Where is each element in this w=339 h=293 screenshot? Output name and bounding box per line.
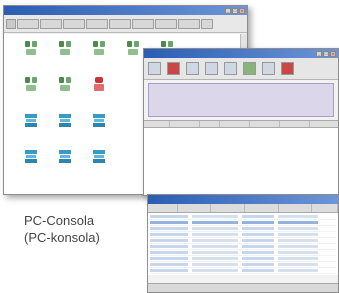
column-header[interactable] xyxy=(220,121,250,127)
device-item[interactable] xyxy=(14,112,48,148)
column-header[interactable] xyxy=(148,204,178,212)
toolbar-icon[interactable] xyxy=(186,62,199,75)
network-device-icon xyxy=(24,40,38,56)
storage-device-icon xyxy=(58,148,72,164)
device-item[interactable] xyxy=(48,148,82,184)
column-header[interactable] xyxy=(245,204,279,212)
console-toolbar xyxy=(144,58,338,80)
caption-line-2: (PC-konsola) xyxy=(24,230,100,245)
maximize-button[interactable]: □ xyxy=(323,50,329,57)
column-header[interactable] xyxy=(280,121,310,127)
column-tab[interactable] xyxy=(86,18,108,29)
device-item[interactable] xyxy=(48,76,82,112)
alarm-icon[interactable] xyxy=(281,62,294,75)
status-bar xyxy=(148,283,338,292)
table-row[interactable] xyxy=(150,268,336,274)
stop-icon[interactable] xyxy=(167,62,180,75)
close-button[interactable]: × xyxy=(239,7,245,14)
maximize-button[interactable]: □ xyxy=(232,7,238,14)
column-header[interactable] xyxy=(279,204,313,212)
toolbar-icon[interactable] xyxy=(205,62,218,75)
column-header[interactable] xyxy=(170,121,200,127)
device-item[interactable] xyxy=(14,40,48,76)
column-tab[interactable] xyxy=(63,18,85,29)
device-list-toolbar xyxy=(4,15,247,33)
storage-device-icon xyxy=(58,112,72,128)
log-table-header xyxy=(148,204,338,213)
minimize-button[interactable]: _ xyxy=(225,7,231,14)
toolbar-icon[interactable] xyxy=(243,62,256,75)
window-buttons: _ □ × xyxy=(316,50,336,57)
column-tab[interactable] xyxy=(17,18,39,29)
column-header[interactable] xyxy=(200,121,220,127)
network-device-icon xyxy=(58,76,72,92)
console-info-panel xyxy=(148,83,334,117)
console-table-body xyxy=(144,128,338,195)
column-tab[interactable] xyxy=(40,18,62,29)
network-device-icon xyxy=(58,40,72,56)
console-window: _ □ × xyxy=(143,48,339,196)
column-tab[interactable] xyxy=(132,18,154,29)
console-titlebar[interactable]: _ □ × xyxy=(144,49,338,58)
column-header[interactable] xyxy=(178,204,212,212)
alarm-device-icon xyxy=(92,76,106,92)
column-tab[interactable] xyxy=(155,18,177,29)
column-header[interactable] xyxy=(211,204,245,212)
caption: PC-Consola (PC-konsola) xyxy=(24,212,100,246)
column-header[interactable] xyxy=(144,121,170,127)
log-window xyxy=(147,194,339,293)
screenshot-stage: _ □ × _ □ × PC-Consola (PC-konsola) xyxy=(0,0,339,293)
column-header[interactable] xyxy=(312,204,338,212)
storage-device-icon xyxy=(92,148,106,164)
network-device-icon xyxy=(24,76,38,92)
device-item[interactable] xyxy=(14,148,48,184)
toolbar-icon[interactable] xyxy=(224,62,237,75)
device-list-titlebar[interactable]: _ □ × xyxy=(4,6,247,15)
caption-line-1: PC-Consola xyxy=(24,213,95,228)
device-item[interactable] xyxy=(48,40,82,76)
storage-device-icon xyxy=(24,112,38,128)
storage-device-icon xyxy=(24,148,38,164)
device-item[interactable] xyxy=(82,148,116,184)
device-item[interactable] xyxy=(14,76,48,112)
console-table-header xyxy=(144,120,338,128)
close-button[interactable]: × xyxy=(330,50,336,57)
device-item[interactable] xyxy=(82,40,116,76)
storage-device-icon xyxy=(92,112,106,128)
toolbar-icon[interactable] xyxy=(148,62,161,75)
column-tab[interactable] xyxy=(178,18,200,29)
network-device-icon xyxy=(92,40,106,56)
network-device-icon xyxy=(126,40,140,56)
device-item[interactable] xyxy=(82,76,116,112)
minimize-button[interactable]: _ xyxy=(316,50,322,57)
log-titlebar[interactable] xyxy=(148,195,338,204)
view-icon[interactable] xyxy=(6,18,16,29)
column-header[interactable] xyxy=(250,121,280,127)
device-item[interactable] xyxy=(48,112,82,148)
toolbar-icon[interactable] xyxy=(262,62,275,75)
window-buttons: _ □ × xyxy=(225,7,245,14)
column-tab[interactable] xyxy=(201,18,213,29)
log-table-body xyxy=(148,213,338,275)
column-tab[interactable] xyxy=(109,18,131,29)
device-item[interactable] xyxy=(82,112,116,148)
